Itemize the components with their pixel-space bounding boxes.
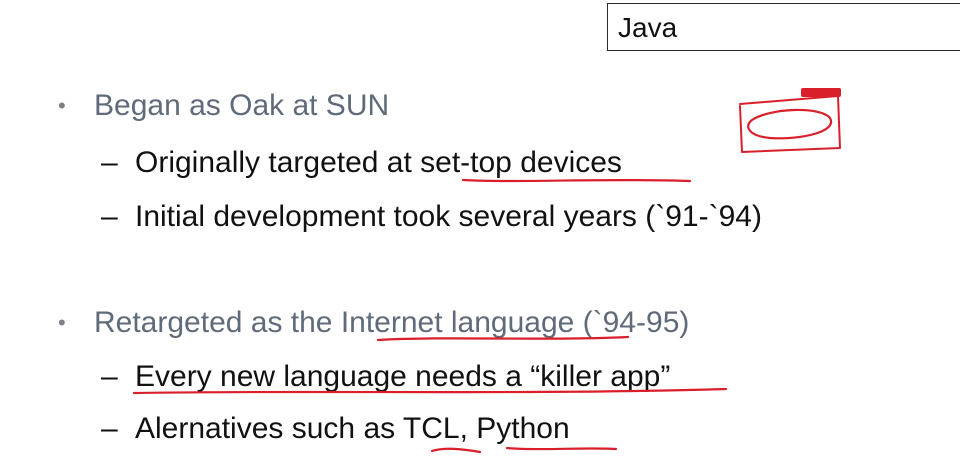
- bullet-text: Began as Oak at SUN: [94, 89, 390, 122]
- sub-bullet: – Initial development took several years …: [101, 199, 762, 235]
- sub-bullet: – Alernatives such as TCL, Python: [101, 411, 570, 447]
- slide: Java • Began as Oak at SUN – Originally t…: [0, 0, 960, 459]
- sub-bullet-text: Originally targeted at set-top devices: [135, 146, 622, 179]
- sub-bullet: – Originally targeted at set-top devices: [101, 145, 622, 181]
- bullet-marker: •: [58, 310, 66, 335]
- sub-bullet-text: Alernatives such as TCL, Python: [135, 412, 570, 445]
- slide-title: Java: [618, 12, 678, 43]
- dash-marker: –: [101, 200, 118, 233]
- underline-mark: [430, 447, 482, 454]
- scribble-box: [739, 95, 841, 153]
- underline-mark: [505, 446, 618, 451]
- sub-bullet: – Every new language needs a “killer app”: [101, 359, 670, 395]
- bullet-marker: •: [58, 93, 66, 118]
- sub-bullet-text: Every new language needs a “killer app”: [135, 360, 671, 393]
- scribble-loop: [747, 108, 833, 140]
- scribble-fill: [801, 88, 841, 97]
- slide-title-box: Java: [607, 3, 960, 51]
- bullet-text: Retargeted as the Internet language (`94…: [94, 306, 690, 339]
- dash-marker: –: [101, 360, 118, 393]
- dash-marker: –: [101, 146, 118, 179]
- dash-marker: –: [101, 412, 118, 445]
- sub-bullet-text: Initial development took several years (…: [135, 200, 762, 233]
